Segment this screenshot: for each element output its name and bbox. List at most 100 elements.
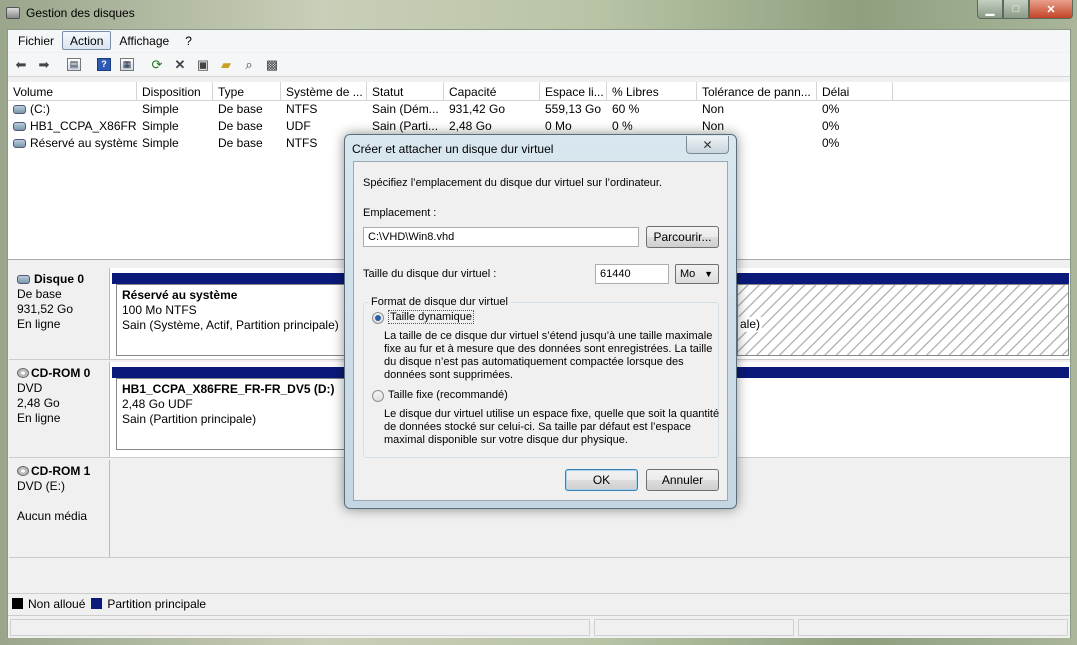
fixed-size-desc-1: Le disque dur virtuel utilise un espace … [384, 408, 720, 420]
partition-status-tail: ale) [738, 317, 763, 332]
close-button[interactable]: ✕ [1029, 0, 1073, 19]
column-header-disposition[interactable]: Disposition [137, 82, 213, 100]
location-field[interactable]: C:\VHD\Win8.vhd [363, 227, 639, 247]
size-label: Taille du disque dur virtuel : [363, 268, 497, 280]
partition-reserved[interactable]: Réservé au système 100 Mo NTFS Sain (Sys… [116, 284, 346, 356]
table-row[interactable]: (C:) Simple De base NTFS Sain (Dém... 93… [8, 101, 1070, 118]
disk-name: CD-ROM 0 [31, 366, 91, 380]
delete-icon[interactable]: ✕ [169, 55, 191, 75]
column-header-type[interactable]: Type [213, 82, 281, 100]
dialog-close-button[interactable]: ✕ [686, 136, 729, 154]
disk-0-label[interactable]: Disque 0 De base 931,52 Go En ligne [9, 268, 110, 359]
properties-icon[interactable]: ▣ [192, 55, 214, 75]
cell-filesystem: UDF [286, 119, 311, 133]
drive-icon [13, 139, 26, 148]
table-row[interactable]: HB1_CCPA_X86FR... Simple De base UDF Sai… [8, 118, 1070, 135]
hard-disk-icon [17, 275, 30, 284]
menu-help[interactable]: ? [177, 31, 200, 50]
status-cell [594, 619, 794, 636]
cd-rom-0-label[interactable]: CD-ROM 0 DVD 2,48 Go En ligne [9, 362, 110, 457]
column-header-status[interactable]: Statut [367, 82, 444, 100]
disk-name: Disque 0 [34, 272, 85, 286]
column-header-percent-free[interactable]: % Libres [607, 82, 697, 100]
cell-capacity: 2,48 Go [449, 119, 492, 133]
fixed-size-radio[interactable] [372, 390, 384, 402]
back-arrow-icon[interactable]: ⬅ [10, 55, 32, 75]
minimize-button[interactable]: ▁ [977, 0, 1003, 19]
cell-disposition: Simple [142, 136, 179, 150]
cd-rom-icon [17, 466, 29, 476]
partition-name: HB1_CCPA_X86FRE_FR-FR_DV5 (D:) [122, 382, 335, 396]
disk-size: 931,52 Go [17, 302, 74, 316]
ok-button[interactable]: OK [565, 469, 638, 491]
cell-type: De base [218, 102, 263, 116]
refresh-icon[interactable]: ⟳ [146, 55, 168, 75]
fixed-size-label: Taille fixe (recommandé) [388, 389, 508, 401]
menu-bar: Fichier Action Affichage ? [8, 30, 1070, 52]
dynamic-size-desc-4: données sont supprimées. [384, 369, 514, 381]
properties-view-icon[interactable]: ▦ [116, 55, 138, 75]
cell-type: De base [218, 136, 263, 150]
dialog-intro: Spécifiez l’emplacement du disque dur vi… [363, 177, 662, 189]
window-title: Gestion des disques [26, 6, 135, 20]
dynamic-size-label: Taille dynamique [388, 310, 474, 324]
help-icon[interactable]: ? [93, 55, 115, 75]
dynamic-size-desc-2: fixe au fur et à mesure que des données … [384, 343, 713, 355]
disk-status: En ligne [17, 317, 61, 331]
cell-overhead: 0% [822, 119, 840, 133]
disk-name: CD-ROM 1 [31, 464, 91, 478]
open-folder-icon[interactable]: ▰ [215, 55, 237, 75]
menu-action[interactable]: Action [62, 31, 112, 50]
legend-primary: Partition principale [107, 596, 207, 611]
toolbar: ⬅ ➡ ▤ ? ▦ ⟳ ✕ ▣ ▰ ⌕ ▩ [8, 53, 1070, 77]
cell-percent-free: 0 % [612, 119, 633, 133]
status-cell [10, 619, 590, 636]
cell-capacity: 931,42 Go [449, 102, 506, 116]
cell-overhead: 0% [822, 102, 840, 116]
partition-c[interactable]: ale) [737, 284, 1069, 356]
dynamic-size-radio[interactable] [372, 312, 384, 324]
column-header-volume[interactable]: Volume [8, 82, 137, 100]
fixed-size-desc-3: maximal disponible sur votre disque dur … [384, 434, 628, 446]
disk-type: De base [17, 287, 62, 301]
cd-rom-icon [17, 368, 29, 378]
unit-select[interactable]: Mo ▼ [675, 264, 719, 284]
cell-filesystem: NTFS [286, 102, 318, 116]
column-header-fault-tolerance[interactable]: Tolérance de pann... [697, 82, 817, 100]
partition-size: 2,48 Go UDF [122, 397, 193, 411]
unallocated-swatch [12, 598, 23, 609]
partition-size: 100 Mo NTFS [122, 303, 197, 317]
title-bar: Gestion des disques ▁ □ ✕ [0, 0, 1077, 28]
search-icon[interactable]: ⌕ [238, 55, 260, 75]
maximize-button[interactable]: □ [1003, 0, 1029, 19]
disk-type: DVD (E:) [17, 479, 65, 493]
column-header-overhead[interactable]: Délai [817, 82, 893, 100]
cell-disposition: Simple [142, 119, 179, 133]
browse-button[interactable]: Parcourir... [646, 226, 719, 248]
cell-volume: Réservé au système [30, 136, 137, 150]
partition-status: Sain (Partition principale) [122, 412, 257, 426]
menu-affichage[interactable]: Affichage [111, 31, 177, 50]
dialog-body: Spécifiez l’emplacement du disque dur vi… [353, 161, 728, 501]
column-header-filesystem[interactable]: Système de ... [281, 82, 367, 100]
column-header-capacity[interactable]: Capacité [444, 82, 540, 100]
disk-management-icon [6, 7, 20, 19]
column-header-free-space[interactable]: Espace li... [540, 82, 607, 100]
menu-fichier[interactable]: Fichier [10, 31, 62, 50]
format-group-title: Format de disque dur virtuel [368, 296, 511, 308]
disk-status: Aucun média [17, 509, 88, 523]
chevron-down-icon: ▼ [704, 269, 713, 279]
cd-rom-1-label[interactable]: CD-ROM 1 DVD (E:) Aucun média [9, 460, 110, 557]
location-label: Emplacement : [363, 207, 437, 219]
settings-icon[interactable]: ▩ [261, 55, 283, 75]
cancel-button[interactable]: Annuler [646, 469, 719, 491]
cell-fault-tolerance: Non [702, 102, 725, 116]
forward-arrow-icon[interactable]: ➡ [33, 55, 55, 75]
partition-dvd[interactable]: HB1_CCPA_X86FRE_FR-FR_DV5 (D:) 2,48 Go U… [116, 378, 346, 450]
partition-name: Réservé au système [122, 288, 238, 302]
size-field[interactable]: 61440 [595, 264, 669, 284]
console-tree-icon[interactable]: ▤ [63, 55, 85, 75]
legend: Non alloué Partition principale [8, 593, 1070, 613]
dialog-title: Créer et attacher un disque dur virtuel [352, 142, 554, 156]
disk-type: DVD [17, 381, 43, 395]
